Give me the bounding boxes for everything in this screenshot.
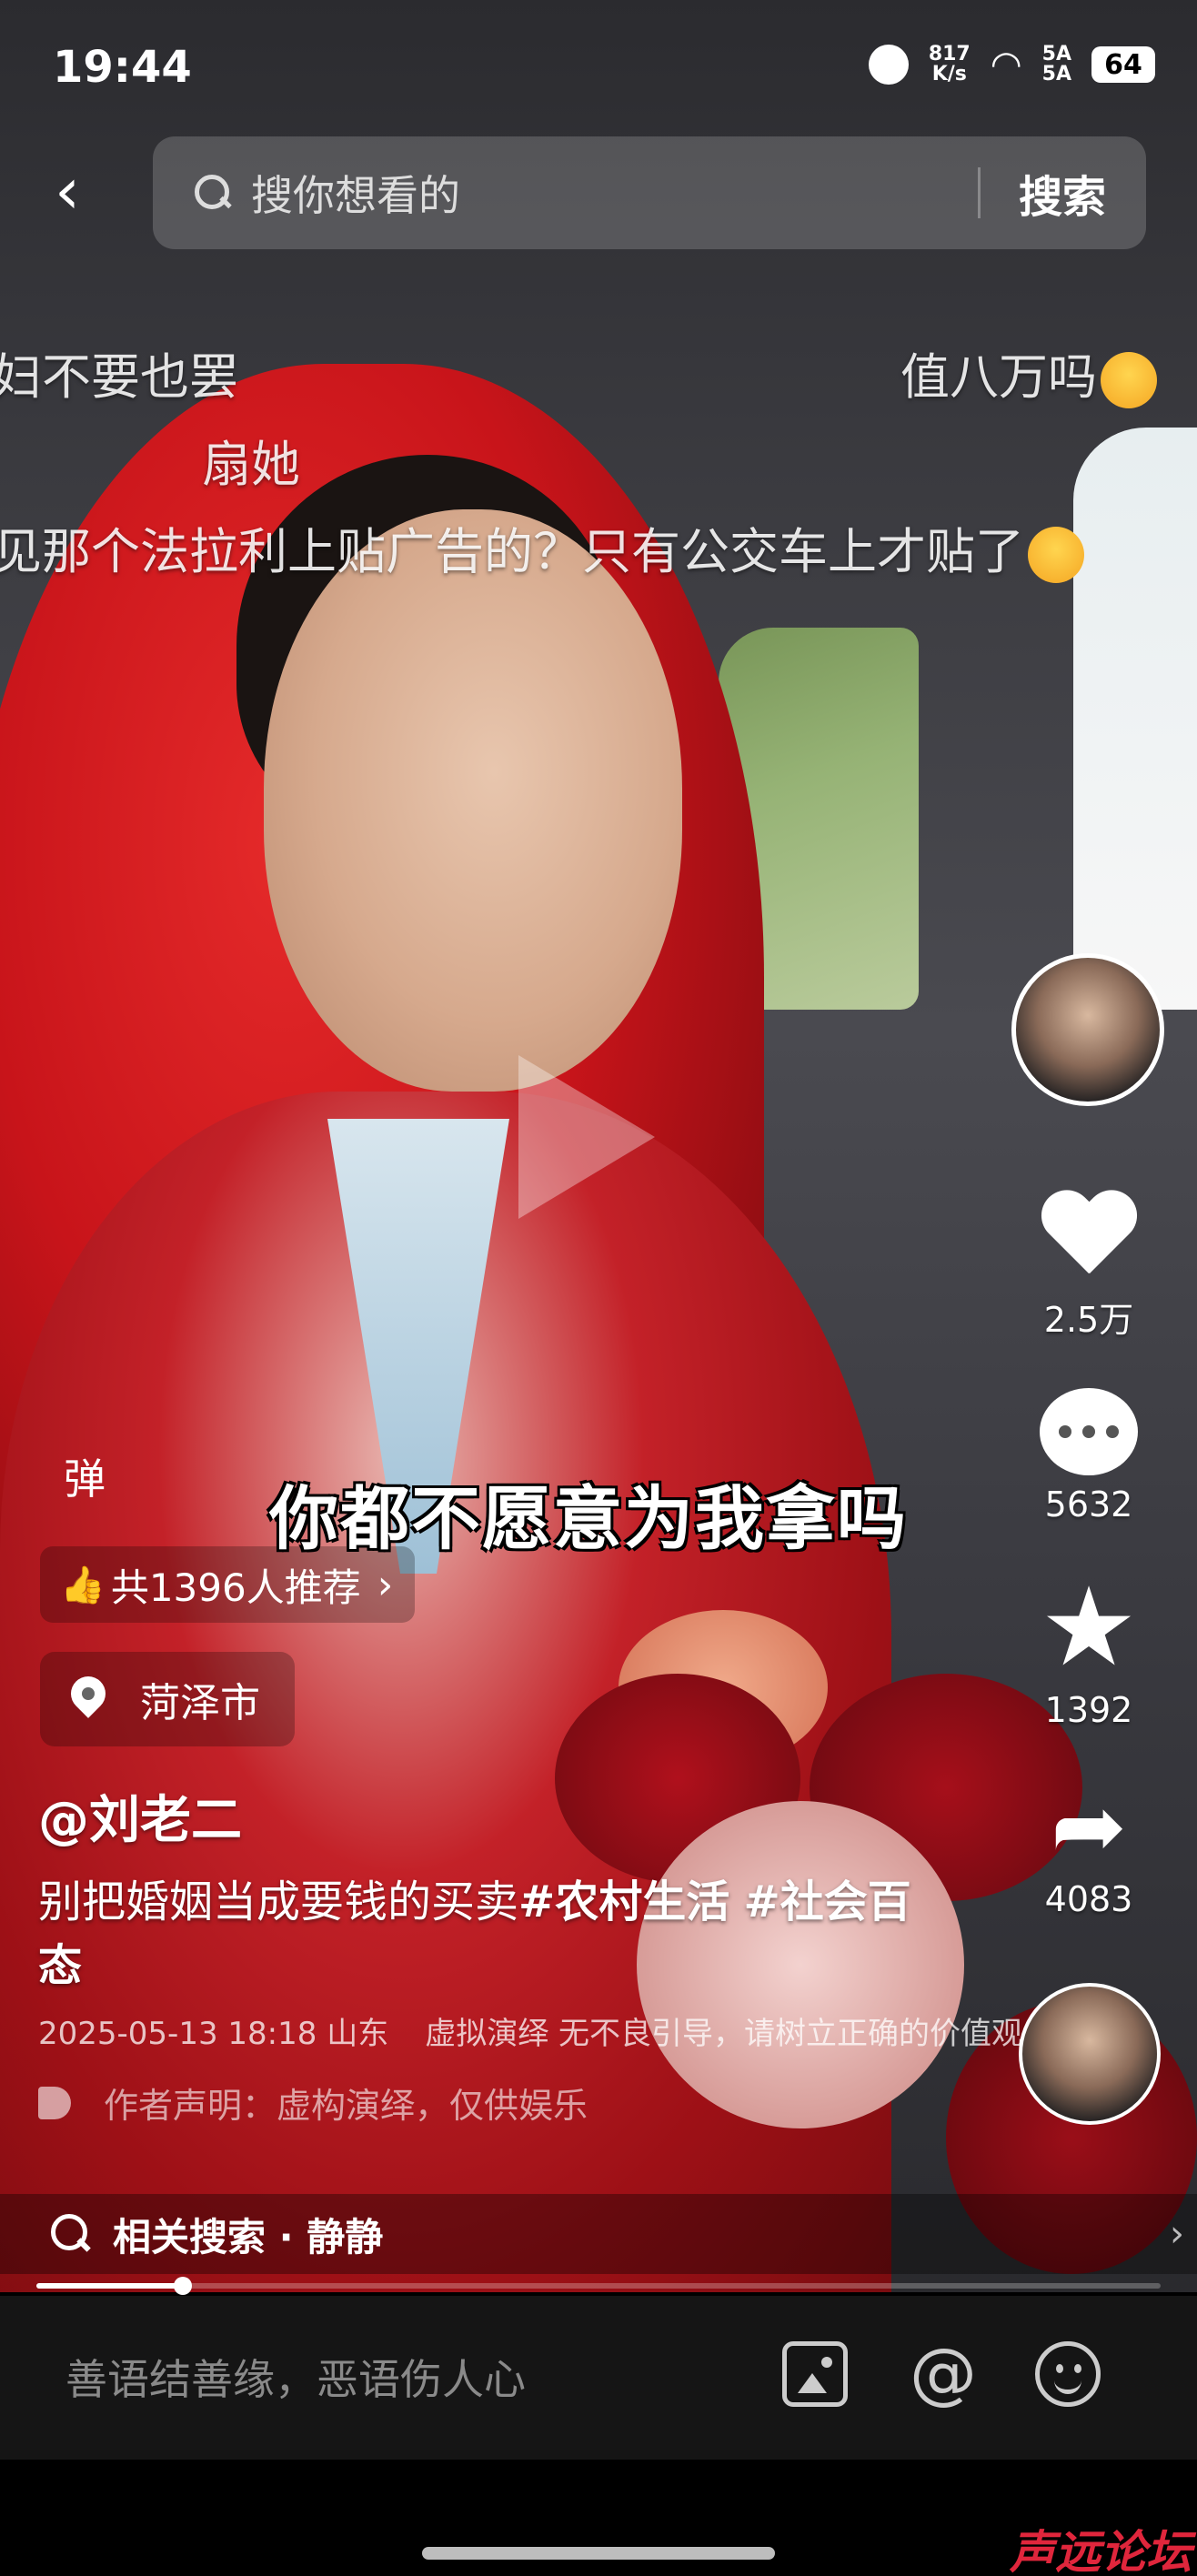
- share-button[interactable]: ➦ 4083: [1011, 1773, 1166, 1920]
- danmaku-item: 妇不要也罢: [0, 348, 238, 406]
- like-button[interactable]: 2.5万: [1011, 1192, 1166, 1342]
- declaration-text: 作者声明：虚构演绎，仅供娱乐: [104, 2086, 588, 2126]
- author-avatar[interactable]: [1011, 953, 1164, 1106]
- image-icon[interactable]: [782, 2341, 848, 2407]
- danmaku-item: 值八万吗: [900, 337, 1157, 409]
- status-icons: 817 K/s ◠ 5A 5A 64: [868, 44, 1155, 86]
- location-tag[interactable]: 菏泽市: [40, 1652, 295, 1746]
- like-count: 2.5万: [1043, 1300, 1134, 1340]
- search-button[interactable]: 搜索: [981, 161, 1146, 225]
- comment-icon: [1040, 1388, 1138, 1475]
- battery-icon: 64: [1091, 46, 1155, 83]
- recommend-text: 共1396人推荐: [110, 1565, 361, 1610]
- author-declaration: 作者声明：虚构演绎，仅供娱乐: [38, 2078, 588, 2128]
- sim2-label: 5A: [1041, 63, 1071, 86]
- related-search-text: 相关搜索 · 静静: [113, 2214, 384, 2259]
- status-time: 19:44: [53, 42, 192, 93]
- danmaku-item: 见那个法拉利上贴广告的？只有公交车上才贴了: [0, 511, 1084, 584]
- search-input[interactable]: 搜你想看的 搜索: [153, 136, 1146, 249]
- danmaku-text: 值八万吗: [900, 348, 1097, 406]
- at-mention-icon[interactable]: @: [910, 2340, 977, 2407]
- danmaku-text: 见那个法拉利上贴广告的？只有公交车上才贴了: [0, 523, 1024, 580]
- danmaku-item: 扇她: [202, 436, 300, 493]
- share-count: 4083: [1044, 1879, 1133, 1919]
- car-window-rear: [1073, 428, 1197, 1010]
- search-placeholder: 搜你想看的: [251, 171, 460, 220]
- location-hd-icon: [868, 45, 909, 85]
- network-speed-value: 817: [928, 43, 971, 65]
- location-text: 菏泽市: [140, 1680, 260, 1726]
- chevron-right-icon: ›: [377, 1561, 394, 1608]
- danmu-toggle-button[interactable]: 弹: [64, 1446, 106, 1506]
- video-meta: 2025-05-13 18:18 山东 虚拟演绎 无不良引导，请树立正确的价值观: [38, 2008, 1022, 2053]
- chevron-right-icon: ›: [1170, 2213, 1184, 2255]
- laugh-cry-emoji-icon: [1101, 352, 1157, 409]
- content-notice: 虚拟演绎 无不良引导，请树立正确的价值观: [425, 2016, 1023, 2052]
- sim1-label: 5A: [1041, 43, 1071, 65]
- status-bar: 19:44 817 K/s ◠ 5A 5A 64: [0, 36, 1197, 109]
- play-icon[interactable]: [518, 1055, 655, 1219]
- cellular-signal: 5A 5A: [1042, 45, 1071, 85]
- music-disc-avatar[interactable]: [1019, 1983, 1161, 2125]
- progress-bar[interactable]: [36, 2277, 1161, 2295]
- home-indicator[interactable]: [422, 2547, 775, 2560]
- comment-input[interactable]: 善语结善缘，恶语伤人心: [65, 2347, 526, 2407]
- comment-button[interactable]: 5632: [1011, 1388, 1166, 1524]
- post-datetime: 2025-05-13 18:18 山东: [38, 2016, 389, 2052]
- caption-text: 别把婚姻当成要钱的买卖: [38, 1877, 519, 1927]
- speaker-icon: [38, 2086, 71, 2119]
- emoji-icon[interactable]: [1035, 2341, 1101, 2407]
- network-speed-unit: K/s: [931, 63, 967, 86]
- video-caption: 别把婚姻当成要钱的买卖#农村生活 #社会百态: [38, 1870, 911, 1997]
- network-speed: 817 K/s: [929, 45, 971, 85]
- laugh-cry-emoji-icon: [1028, 527, 1084, 584]
- star-icon: ★: [1040, 1565, 1138, 1691]
- hashtag[interactable]: #农村生活: [518, 1877, 729, 1927]
- author-name[interactable]: @刘老二: [38, 1779, 242, 1853]
- comment-count: 5632: [1044, 1484, 1133, 1524]
- thumbs-up-icon: 👍: [60, 1564, 106, 1606]
- progress-knob[interactable]: [173, 2277, 192, 2295]
- site-watermark: 声远论坛: [1010, 2526, 1192, 2576]
- bride-face: [264, 509, 682, 1092]
- heart-icon: [1039, 1192, 1139, 1283]
- location-pin-icon: [71, 1676, 106, 1722]
- progress-fill: [36, 2283, 183, 2289]
- favorite-count: 1392: [1044, 1690, 1133, 1730]
- back-button[interactable]: ‹: [55, 155, 109, 227]
- search-icon: [195, 175, 231, 211]
- comment-input-bar: 善语结善缘，恶语伤人心 @: [0, 2296, 1197, 2460]
- search-icon: [51, 2214, 91, 2254]
- favorite-button[interactable]: ★ 1392: [1011, 1565, 1166, 1731]
- video-subtitle: 你都不愿意为我拿吗: [269, 1478, 908, 1559]
- share-arrow-icon: ➦: [1051, 1773, 1127, 1879]
- wifi-icon: ◠: [990, 44, 1022, 86]
- related-search-bar[interactable]: 相关搜索 · 静静 ›: [0, 2194, 1197, 2274]
